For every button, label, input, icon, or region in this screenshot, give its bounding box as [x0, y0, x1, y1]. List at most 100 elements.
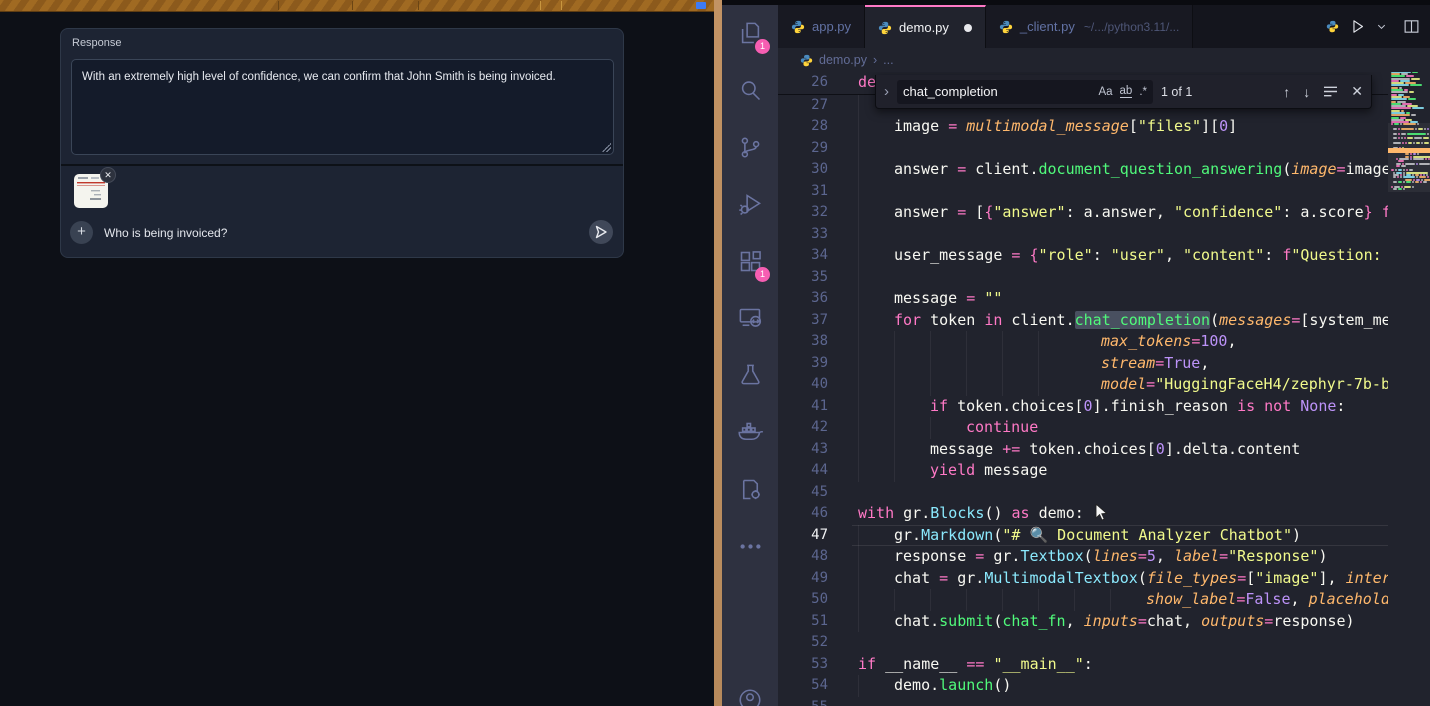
code-line[interactable]: 47gr.Markdown("# 🔍 Document Analyzer Cha… — [778, 525, 1388, 547]
close-find-button[interactable]: ✕ — [1351, 83, 1363, 100]
line-number: 36 — [778, 288, 828, 310]
previous-match-button[interactable]: ↑ — [1283, 84, 1290, 100]
sidebar-item-source-control[interactable] — [722, 119, 778, 176]
line-number: 43 — [778, 439, 828, 461]
code-line[interactable]: 35 — [778, 267, 1388, 289]
account-button[interactable] — [737, 687, 763, 706]
split-editor-button[interactable] — [1403, 18, 1420, 35]
tab-label: _client.py — [1020, 19, 1075, 34]
sidebar-item-docker[interactable] — [722, 404, 778, 461]
code-line[interactable]: 36message = "" — [778, 288, 1388, 310]
vscode-window: 1 — [722, 0, 1430, 706]
line-number: 35 — [778, 267, 828, 289]
response-textbox[interactable]: With an extremely high level of confiden… — [71, 59, 614, 155]
code-line[interactable]: 40model="HuggingFaceH4/zephyr-7b-beta" — [778, 374, 1388, 396]
line-number: 38 — [778, 331, 828, 353]
sidebar-item-explorer[interactable]: 1 — [722, 5, 778, 62]
send-button[interactable] — [589, 220, 613, 244]
regex-button[interactable]: .* — [1139, 86, 1147, 98]
code-line[interactable]: 54demo.launch() — [778, 675, 1388, 697]
browser-tab-separator — [540, 1, 541, 10]
sidebar-item-search[interactable] — [722, 62, 778, 119]
code-line[interactable]: 52 — [778, 632, 1388, 654]
code-line[interactable]: 34user_message = {"role": "user", "conte… — [778, 245, 1388, 267]
breadcrumb-file[interactable]: demo.py — [819, 53, 867, 67]
line-number: 40 — [778, 374, 828, 396]
line-number: 47 — [778, 525, 828, 547]
code-line[interactable]: 46with gr.Blocks() as demo: — [778, 503, 1388, 525]
tab-label: app.py — [812, 19, 851, 34]
beaker-icon — [737, 362, 764, 389]
breadcrumb-symbol[interactable]: ... — [883, 53, 893, 67]
browser-accent-icon — [696, 2, 706, 9]
tab-client-py[interactable]: _client.py ~/.../python3.11/... — [986, 5, 1193, 48]
chevron-down-icon[interactable] — [1376, 21, 1387, 32]
code-line[interactable]: 44yield message — [778, 460, 1388, 482]
chat-input[interactable]: Who is being invoiced? — [104, 226, 227, 240]
code-line[interactable]: 28image = multimodal_message["files"][0] — [778, 116, 1388, 138]
code-line[interactable]: 42continue — [778, 417, 1388, 439]
line-number: 29 — [778, 138, 828, 160]
whole-word-button[interactable]: ab — [1120, 85, 1133, 98]
find-input[interactable]: chat_completion Aa ab .* — [897, 80, 1153, 104]
sidebar-item-run-debug[interactable] — [722, 176, 778, 233]
line-number: 51 — [778, 611, 828, 633]
line-number: 55 — [778, 697, 828, 706]
sidebar-item-make-tools[interactable] — [722, 461, 778, 518]
code-line[interactable]: 29 — [778, 138, 1388, 160]
sidebar-item-remote-explorer[interactable] — [722, 290, 778, 347]
code-line[interactable]: 48response = gr.Textbox(lines=5, label="… — [778, 546, 1388, 568]
minimap[interactable] — [1388, 72, 1430, 706]
match-case-button[interactable]: Aa — [1098, 86, 1112, 98]
minimap-find-highlight — [1388, 148, 1430, 153]
next-match-button[interactable]: ↓ — [1303, 84, 1310, 100]
send-icon — [595, 225, 608, 239]
line-number: 28 — [778, 116, 828, 138]
code-line[interactable]: 53if __name__ == "__main__": — [778, 654, 1388, 676]
chat-input-row: + Who is being invoiced? — [61, 214, 623, 252]
add-file-button[interactable]: + — [70, 221, 93, 244]
browser-tab-separator — [418, 1, 419, 10]
run-button[interactable] — [1349, 18, 1366, 35]
remove-attachment-button[interactable]: ✕ — [100, 167, 116, 183]
code-editor[interactable]: 26def chat_fn(multimodal_message):2728im… — [778, 72, 1430, 706]
code-line[interactable]: 49chat = gr.MultimodalTextbox(file_types… — [778, 568, 1388, 590]
python-icon[interactable] — [1326, 20, 1339, 33]
tab-description: ~/.../python3.11/... — [1084, 20, 1180, 34]
tab-demo-py[interactable]: demo.py — [865, 5, 986, 48]
code-line[interactable]: 39stream=True, — [778, 353, 1388, 375]
line-number: 41 — [778, 396, 828, 418]
sidebar-item-extensions[interactable]: 1 — [722, 233, 778, 290]
code-line[interactable]: 41if token.choices[0].finish_reason is n… — [778, 396, 1388, 418]
line-number: 34 — [778, 245, 828, 267]
sidebar-item-more[interactable] — [722, 518, 778, 575]
editor-group: app.py demo.py _client.py ~ — [778, 5, 1430, 706]
code-line[interactable]: 43message += token.choices[0].delta.cont… — [778, 439, 1388, 461]
code-line[interactable]: 32answer = [{"answer": a.answer, "confid… — [778, 202, 1388, 224]
tab-app-py[interactable]: app.py — [778, 5, 865, 48]
code-line[interactable]: 50show_label=False, placeholder= — [778, 589, 1388, 611]
find-query[interactable]: chat_completion — [903, 84, 1091, 99]
toggle-replace-chevron-icon[interactable]: › — [884, 83, 889, 100]
code-line[interactable]: 55 — [778, 697, 1388, 706]
screenshot: Response With an extremely high level of… — [0, 0, 1430, 706]
window-edge-strip — [714, 0, 722, 706]
code-line[interactable]: 30answer = client.document_question_answ… — [778, 159, 1388, 181]
resize-grip-icon[interactable] — [602, 143, 611, 152]
line-number: 54 — [778, 675, 828, 697]
find-in-selection-button[interactable] — [1323, 85, 1338, 98]
find-results: 1 of 1 — [1161, 85, 1192, 99]
file-gear-icon — [737, 476, 764, 503]
sidebar-item-testing[interactable] — [722, 347, 778, 404]
python-icon — [878, 21, 892, 35]
code-line[interactable]: 33 — [778, 224, 1388, 246]
line-number: 53 — [778, 654, 828, 676]
code-line[interactable]: 51chat.submit(chat_fn, inputs=chat, outp… — [778, 611, 1388, 633]
response-text: With an extremely high level of confiden… — [82, 71, 556, 83]
ellipsis-icon — [737, 533, 764, 560]
code-line[interactable]: 38max_tokens=100, — [778, 331, 1388, 353]
code-line[interactable]: 37for token in client.chat_completion(me… — [778, 310, 1388, 332]
code-line[interactable]: 45 — [778, 482, 1388, 504]
code-line[interactable]: 31 — [778, 181, 1388, 203]
line-number: 32 — [778, 202, 828, 224]
